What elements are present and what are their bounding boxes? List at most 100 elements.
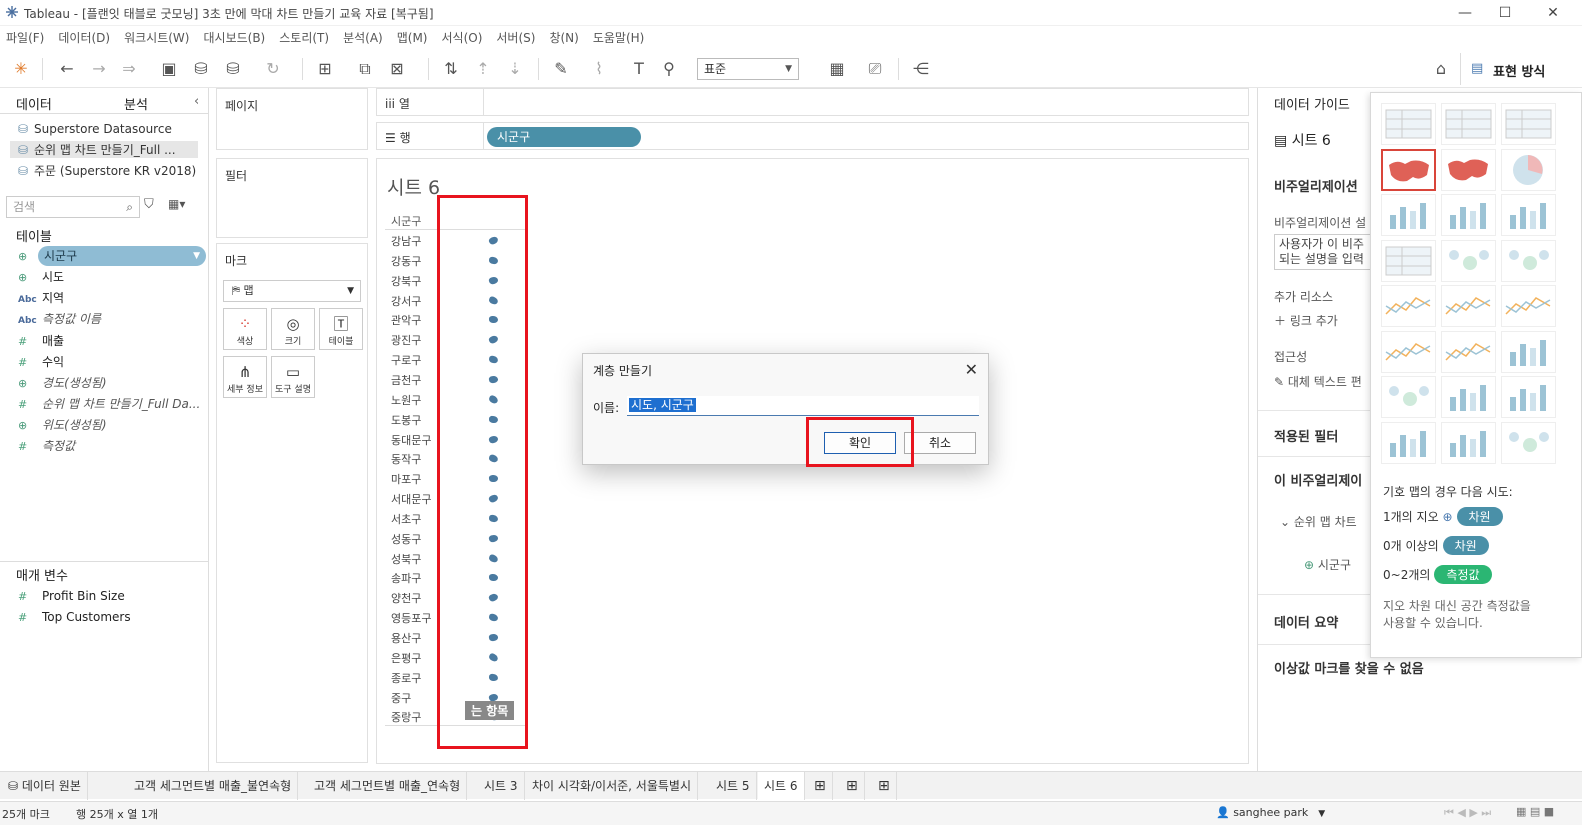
clear-sheet-icon[interactable]: ⊠ [386,58,408,80]
collapse-pane-icon[interactable]: ‹ [194,94,199,109]
datasource-node[interactable]: ⌄ 순위 맵 차트 [1280,513,1357,530]
duplicate-sheet-icon[interactable]: ⧉ [354,58,376,80]
undo-icon[interactable]: ← [56,58,78,80]
tab-analysis[interactable]: 분석 [124,94,148,113]
row-label[interactable]: 중구 [391,690,411,706]
chart-type-heat[interactable] [1441,103,1496,145]
tableau-start-icon[interactable]: ✳ [10,58,32,80]
row-label[interactable]: 서초구 [391,511,421,527]
menu-dashboard[interactable]: 대시보드(B) [203,28,265,48]
fix-axes-icon[interactable]: ⚲ [658,58,680,80]
field-node[interactable]: ⊕ 시군구 [1304,556,1351,573]
color-button[interactable]: ⁘ 색상 [223,308,267,350]
pages-card[interactable]: 페이지 [216,88,368,150]
field-item[interactable]: # 순위 맵 차트 만들기_Full Da... [18,394,200,414]
field-item[interactable]: Abc 측정값 이름 [18,309,101,329]
pin-icon[interactable]: ⌂ [1430,58,1452,80]
new-dashboard-tab-icon[interactable]: ⊞ [840,772,865,800]
tab-sheet-active[interactable]: 시트 6 [758,772,805,800]
field-item[interactable]: ⊕ 위도(생성됨) [18,415,107,435]
chart-type-line[interactable] [1381,285,1436,327]
chart-type-stacked[interactable] [1441,194,1496,236]
redo-icon[interactable]: → [88,58,110,80]
refresh-icon[interactable]: ↻ [262,58,284,80]
highlight-icon[interactable]: ✎ [550,58,572,80]
row-label[interactable]: 강서구 [391,293,421,309]
chart-type-bubbles[interactable] [1501,421,1556,464]
add-link-button[interactable]: ＋ 링크 추가 [1274,312,1338,329]
show-mark-labels-icon[interactable]: T [628,58,650,80]
chart-type-map-filled[interactable] [1441,148,1496,191]
field-item[interactable]: # 수익 [18,352,64,372]
tooltip-button[interactable]: ▭ 도구 설명 [271,356,315,398]
field-item[interactable]: Abc 지역 [18,288,64,308]
chart-type-histogram[interactable] [1501,330,1556,373]
row-label[interactable]: 송파구 [391,570,421,586]
show-cards-icon[interactable]: ▦ [826,58,848,80]
chart-type-treemap[interactable] [1381,239,1436,282]
row-label[interactable]: 강동구 [391,253,421,269]
datasource-item[interactable]: ⛁ Superstore Datasource [18,122,172,136]
tab-sheet[interactable]: 시트 3 [478,772,525,800]
share-icon[interactable]: ⋲ [910,58,932,80]
chart-type-pie[interactable] [1501,148,1556,191]
row-label[interactable]: 서대문구 [391,491,431,507]
user-menu[interactable]: 👤 sanghee park ▼ [1216,806,1325,819]
chart-type-hist2[interactable] [1441,376,1496,418]
size-button[interactable]: ◎ 크기 [271,308,315,350]
maximize-icon[interactable]: ☐ [1482,2,1528,24]
filter-icon[interactable]: ⛉ [144,197,154,212]
row-label[interactable]: 구로구 [391,352,421,368]
pause-updates-icon[interactable]: ⛁ [222,58,244,80]
chart-type-area2[interactable] [1381,330,1436,373]
chart-type-sidebar[interactable] [1501,194,1556,236]
label-button[interactable]: 🅃 테이블 [319,308,363,350]
chart-type-box[interactable] [1501,376,1556,418]
row-label[interactable]: 마포구 [391,471,421,487]
row-label[interactable]: 노원구 [391,392,421,408]
new-worksheet-tab-icon[interactable]: ⊞ [808,772,833,800]
row-label[interactable]: 은평구 [391,650,421,666]
menu-data[interactable]: 데이터(D) [58,28,110,48]
row-label[interactable]: 동작구 [391,451,421,467]
presentation-mode-icon[interactable]: ⎚ [864,58,886,80]
view-options-icon[interactable]: ▦▾ [168,197,185,211]
viz-description-input[interactable]: 사용자가 이 비주 되는 설명을 입력 [1274,234,1384,270]
row-label[interactable]: 성북구 [391,551,421,567]
menu-analysis[interactable]: 분석(A) [343,28,383,48]
alt-text-button[interactable]: ✎ 대체 텍스트 편 [1274,373,1362,390]
row-label[interactable]: 강남구 [391,233,421,249]
filters-card[interactable]: 필터 [216,158,368,238]
row-label[interactable]: 강북구 [391,273,421,289]
menu-map[interactable]: 맵(M) [397,28,428,48]
chart-type-scatter[interactable] [1381,376,1436,418]
group-members-icon[interactable]: ⌇ [588,58,610,80]
row-label[interactable]: 성동구 [391,531,421,547]
hierarchy-name-input[interactable]: 시도, 시군구 [627,396,979,416]
tab-sheet[interactable]: 고객 세그먼트별 매출_불연속형 [128,772,299,800]
field-item[interactable]: # 매출 [18,331,64,351]
replay-icon[interactable]: ⇒ [118,58,140,80]
sort-ascending-icon[interactable]: ⇡ [472,58,494,80]
tab-sheet[interactable]: 고객 세그먼트별 매출_연속형 [308,772,468,800]
sheet-nav-icon[interactable]: ⏮ ◀ ▶ ⏭ [1444,806,1491,820]
rows-shelf[interactable]: ☰ 행 시군구 [376,122,1249,150]
row-label[interactable]: 동대문구 [391,432,431,448]
menu-help[interactable]: 도움말(H) [593,28,645,48]
chart-type-table[interactable] [1381,103,1436,145]
new-worksheet-icon[interactable]: ⊞ [314,58,336,80]
sheet-sorter-icon[interactable]: ▦ ▤ ■ [1516,805,1554,818]
row-label[interactable]: 관악구 [391,312,421,328]
row-label[interactable]: 금천구 [391,372,421,388]
row-label[interactable]: 용산구 [391,630,421,646]
sort-descending-icon[interactable]: ⇣ [504,58,526,80]
field-item[interactable]: ⊕ 시도 [18,267,64,287]
columns-shelf[interactable]: iii 열 [376,88,1249,116]
field-item-selected[interactable]: 시군구 ▼ [38,246,206,266]
chart-type-bullet[interactable] [1441,421,1496,464]
chart-type-dualline[interactable] [1441,285,1496,327]
mark-type-select[interactable]: ⛿ 맵 ▼ [223,280,361,302]
row-label[interactable]: 양천구 [391,590,421,606]
chart-type-map-symbol[interactable] [1381,148,1436,191]
chart-type-area[interactable] [1501,285,1556,327]
